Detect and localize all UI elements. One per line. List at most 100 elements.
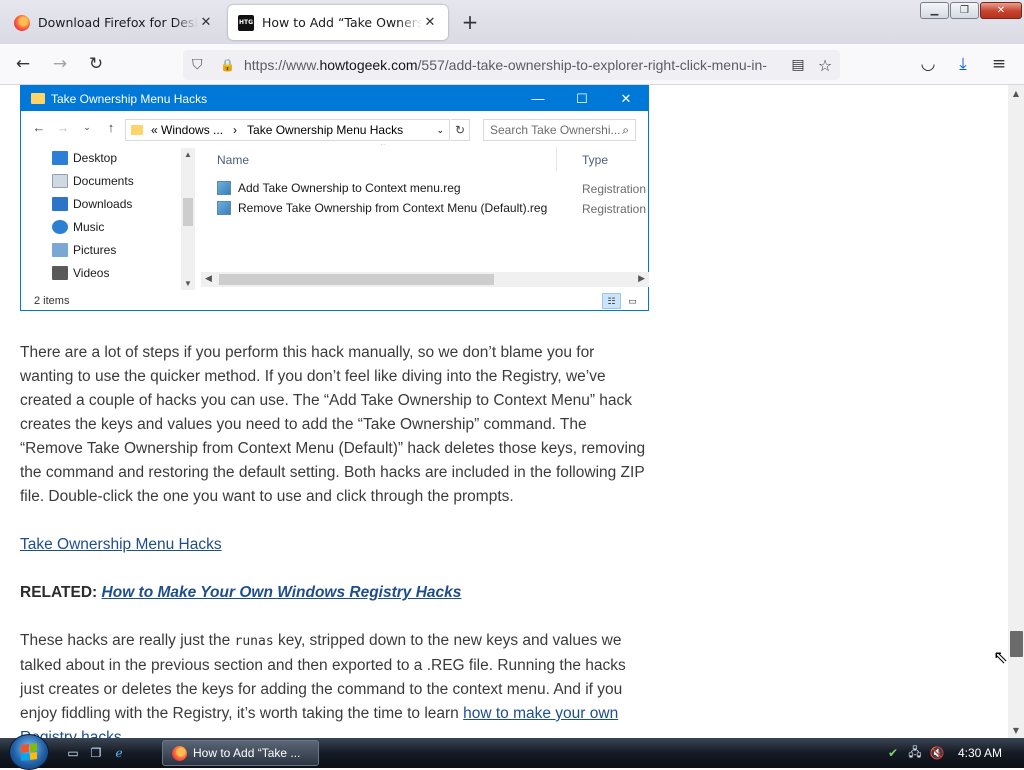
file-row: Add Take Ownership to Context menu.reg — [217, 178, 461, 198]
mouse-cursor-icon: ⇖ — [993, 647, 1009, 668]
url-domain: howtogeek.com — [319, 57, 418, 73]
forward-button[interactable]: → — [48, 52, 72, 76]
tab-strip: Download Firefox for Desktop — Mozilla ✕… — [0, 0, 1024, 44]
large-icons-view-icon: ▭ — [628, 295, 637, 306]
tab-title: Download Firefox for Desktop — Mozilla — [38, 15, 198, 30]
explorer-nav-scrollbar: ▲ ▼ — [181, 148, 195, 290]
explorer-close-icon: ✕ — [620, 90, 632, 106]
tracking-protection-shield-icon[interactable]: ⛉ — [192, 57, 208, 73]
scroll-down-icon: ▼ — [184, 279, 192, 288]
related-paragraph: RELATED: How to Make Your Own Windows Re… — [20, 581, 650, 605]
path-dropdown-icon: ⌄ — [436, 124, 444, 135]
nav-item-downloads: Downloads — [52, 194, 132, 214]
maximize-button[interactable]: ❐ — [950, 2, 979, 19]
paragraph-text: . — [121, 729, 126, 738]
nav-item-videos: Videos — [52, 263, 109, 283]
pocket-icon[interactable]: ◡ — [916, 52, 940, 76]
downloads-icon[interactable]: ⤓ — [951, 52, 975, 76]
bookmark-star-icon[interactable]: ☆ — [810, 56, 840, 75]
details-view-icon: ☷ — [602, 293, 621, 309]
path-separator: › — [233, 123, 238, 137]
explorer-search-box: Search Take Ownershi... ⌕ — [483, 119, 636, 141]
tab-title: How to Add “Take Ownership” to Explorer — [262, 15, 422, 30]
switch-windows-icon[interactable]: ❐ — [87, 744, 105, 762]
start-button[interactable] — [9, 734, 49, 770]
file-type: Registration Entries — [582, 182, 649, 196]
close-window-button[interactable]: ✕ — [980, 2, 1022, 19]
show-desktop-icon[interactable]: ▭ — [64, 744, 82, 762]
tab-close-icon[interactable]: ✕ — [198, 15, 214, 31]
lock-icon[interactable]: 🔒 — [220, 58, 235, 72]
desktop-icon — [52, 151, 68, 165]
nav-label: Documents — [73, 174, 134, 188]
nav-label: Downloads — [73, 197, 133, 211]
paragraph-text: These hacks are really just the — [20, 632, 235, 649]
taskbar-firefox-window[interactable]: How to Add “Take ... — [162, 740, 319, 766]
window-controls: ▁ ❐ ✕ — [920, 2, 1022, 19]
path-current: Take Ownership Menu Hacks — [247, 123, 404, 137]
page-vertical-scrollbar[interactable]: ▲ ▼ — [1008, 85, 1024, 738]
minimize-button[interactable]: ▁ — [920, 2, 949, 19]
nav-label: Pictures — [73, 243, 117, 257]
tab-close-icon[interactable]: ✕ — [422, 15, 438, 31]
scroll-up-icon: ▲ — [184, 150, 192, 159]
file-type: Registration Entries — [582, 202, 649, 216]
explorer-window-screenshot: Take Ownership Menu Hacks — ☐ ✕ ← → ⌄ ↑ … — [20, 85, 649, 311]
hamburger-menu-icon[interactable]: ≡ — [987, 52, 1011, 76]
system-tray: ✔ 🖧 🔇 4:30 AM — [884, 738, 1024, 768]
nav-item-desktop: Desktop — [52, 148, 117, 168]
documents-icon — [52, 174, 68, 188]
scroll-up-icon[interactable]: ▲ — [1008, 85, 1024, 101]
navigation-toolbar: ← → ↻ ⛉ 🔒 https://www.howtogeek.com/557/… — [0, 44, 1024, 85]
scroll-right-icon: ▶ — [638, 273, 645, 283]
explorer-status-bar: 2 items ☷ ▭ — [21, 290, 648, 311]
scroll-thumb[interactable] — [1010, 631, 1023, 657]
scroll-down-icon[interactable]: ▼ — [1008, 722, 1024, 738]
search-icon: ⌕ — [622, 122, 629, 137]
volume-muted-icon[interactable]: 🔇 — [928, 745, 946, 761]
taskbar: ▭ ❐ ℯ How to Add “Take ... ✔ 🖧 🔇 4:30 AM — [0, 734, 1024, 770]
tab-download-firefox[interactable]: Download Firefox for Desktop — Mozilla ✕ — [4, 5, 224, 40]
registry-file-icon — [217, 201, 231, 215]
internet-explorer-icon[interactable]: ℯ — [110, 744, 128, 762]
network-icon[interactable]: 🖧 — [906, 745, 924, 761]
tab-how-to-add-take-ownership[interactable]: HTG How to Add “Take Ownership” to Explo… — [228, 5, 448, 40]
explorer-up-icon: ↑ — [107, 119, 115, 135]
path-prefix: « Windows ... — [151, 123, 224, 137]
reader-view-icon[interactable]: ▤ — [786, 57, 810, 73]
related-registry-hacks-link[interactable]: How to Make Your Own Windows Registry Ha… — [102, 584, 462, 601]
article-paragraph-3: These hacks are really just the runas ke… — [20, 629, 650, 738]
explorer-maximize-icon: ☐ — [576, 90, 588, 106]
scroll-thumb — [219, 274, 494, 285]
url-prefix: https://www. — [244, 57, 320, 73]
column-separator — [556, 147, 557, 171]
explorer-search-placeholder: Search Take Ownershi... — [490, 123, 621, 137]
nav-label: Videos — [73, 266, 110, 280]
url-text[interactable]: https://www.howtogeek.com/557/add-take-o… — [244, 57, 786, 73]
explorer-navigation-pane: Desktop Documents Downloads Music Pictur… — [21, 144, 197, 289]
explorer-minimize-icon: — — [531, 91, 545, 106]
safely-remove-hardware-icon[interactable]: ✔ — [884, 745, 902, 761]
file-name: Add Take Ownership to Context menu.reg — [238, 181, 461, 195]
new-tab-button[interactable]: + — [458, 10, 482, 34]
registry-file-icon — [217, 181, 231, 195]
file-name: Remove Take Ownership from Context Menu … — [238, 201, 548, 215]
reload-button[interactable]: ↻ — [84, 52, 108, 76]
url-path: /557/add-take-ownership-to-explorer-righ… — [417, 57, 767, 73]
videos-film-icon — [52, 266, 68, 280]
url-bar[interactable]: ⛉ 🔒 https://www.howtogeek.com/557/add-ta… — [183, 50, 840, 80]
page-content[interactable]: Take Ownership Menu Hacks — ☐ ✕ ← → ⌄ ↑ … — [0, 85, 1008, 738]
take-ownership-menu-hacks-link[interactable]: Take Ownership Menu Hacks — [20, 536, 222, 553]
nav-label: Desktop — [73, 151, 118, 165]
view-buttons: ☷ ▭ — [602, 293, 642, 309]
back-button[interactable]: ← — [11, 52, 35, 76]
taskbar-window-title: How to Add “Take ... — [193, 746, 301, 760]
download-link-paragraph: Take Ownership Menu Hacks — [20, 533, 650, 557]
firefox-favicon-icon — [14, 14, 30, 31]
clock[interactable]: 4:30 AM — [958, 746, 1002, 760]
item-count: 2 items — [34, 294, 70, 307]
explorer-recent-icon: ⌄ — [83, 121, 91, 132]
windows-logo-icon — [21, 743, 37, 761]
firefox-icon — [172, 745, 187, 761]
explorer-horizontal-scrollbar: ◀ ▶ — [201, 272, 649, 287]
